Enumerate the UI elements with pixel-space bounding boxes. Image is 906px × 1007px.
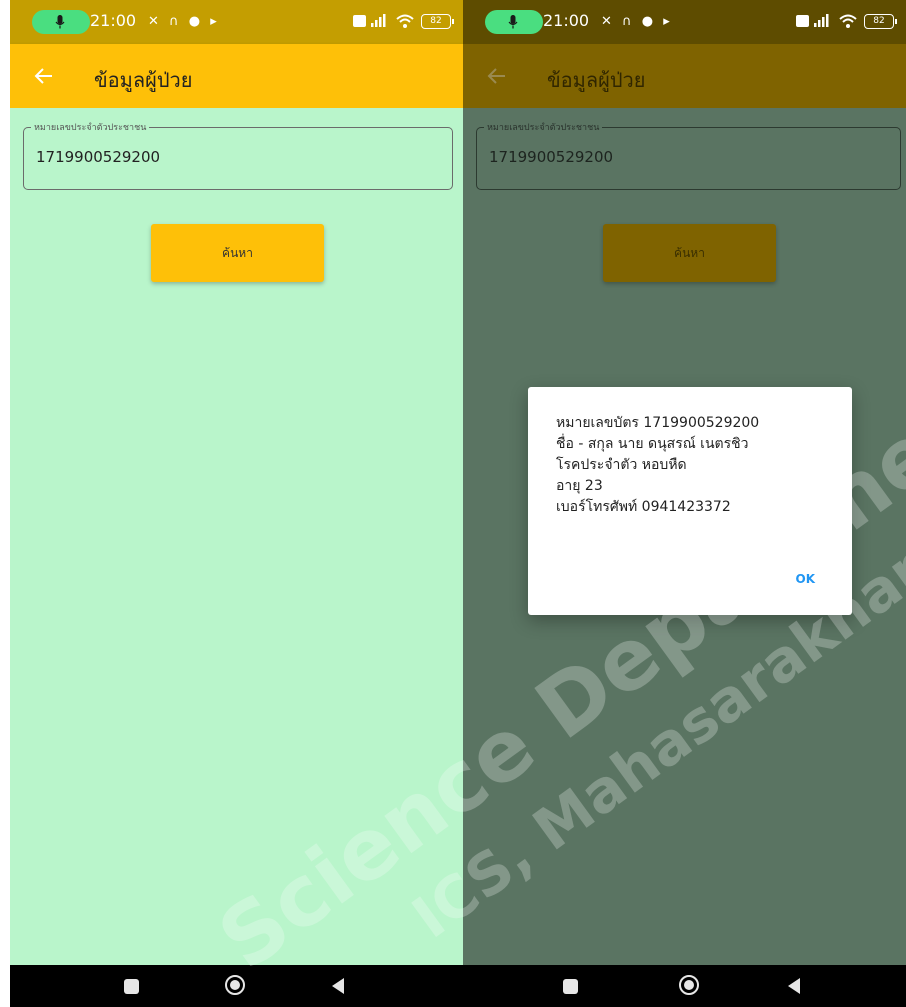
ok-button[interactable]: OK: [796, 572, 816, 586]
wifi-icon: [396, 14, 414, 28]
recent-apps-icon[interactable]: [563, 979, 578, 994]
id-number-label: หมายเลขประจำตัวประชาชน: [31, 120, 150, 134]
app-bar: ข้อมูลผู้ป่วย: [463, 44, 906, 108]
wifi-icon: [839, 14, 857, 28]
play-icon: ▸: [663, 14, 673, 29]
headphones-icon: ∩: [169, 14, 182, 29]
main-content: หมายเลขประจำตัวประชาชน 1719900529200 ค้น…: [10, 108, 463, 965]
home-icon[interactable]: [225, 975, 245, 995]
id-number-input: หมายเลขประจำตัวประชาชน 1719900529200: [476, 120, 901, 190]
dialog-body: หมายเลขบัตร 1719900529200 ชื่อ - สกุล นา…: [556, 413, 759, 518]
back-nav-icon[interactable]: [332, 978, 344, 994]
notification-icons: ✕ ∩ ● ▸: [148, 14, 220, 29]
status-bar: 21:00 ✕ ∩ ● ▸ 82: [10, 0, 463, 44]
status-bar: 21:00 ✕ ∩ ● ▸ 82: [463, 0, 906, 44]
signal-icon: [796, 14, 829, 27]
app-bar: ข้อมูลผู้ป่วย: [10, 44, 463, 108]
discord-icon: ●: [188, 14, 204, 29]
home-icon[interactable]: [679, 975, 699, 995]
back-nav-icon[interactable]: [788, 978, 800, 994]
dialog-line-name: ชื่อ - สกุล นาย ดนุสรณ์ เนตรชิว: [556, 436, 749, 452]
dialog-line-age: อายุ 23: [556, 478, 603, 494]
dialog-line-card-number: หมายเลขบัตร 1719900529200: [556, 415, 760, 431]
notification-icons: ✕ ∩ ● ▸: [601, 14, 673, 29]
mute-icon: ✕: [148, 14, 162, 29]
search-button: ค้นหา: [603, 224, 776, 282]
mic-indicator: [485, 10, 543, 34]
page-title: ข้อมูลผู้ป่วย: [94, 68, 193, 92]
mic-icon: [508, 15, 518, 29]
battery-indicator: 82: [421, 13, 454, 29]
status-time: 21:00: [90, 11, 137, 30]
play-icon: ▸: [210, 14, 220, 29]
back-arrow-icon[interactable]: [487, 66, 507, 86]
search-button[interactable]: ค้นหา: [151, 224, 324, 282]
id-number-label: หมายเลขประจำตัวประชาชน: [484, 120, 603, 134]
system-icons: 82: [353, 13, 454, 29]
discord-icon: ●: [641, 14, 657, 29]
screen-search: 21:00 ✕ ∩ ● ▸ 82 ข้อมูลผู้ป่วย หมายเลขปร…: [10, 0, 463, 1007]
screen-result: 21:00 ✕ ∩ ● ▸ 82 ข้อมูลผู้ป่วย หมายเลขปร…: [463, 0, 906, 1007]
mic-indicator: [32, 10, 90, 34]
nav-bar: [463, 965, 906, 1007]
mute-icon: ✕: [601, 14, 615, 29]
system-icons: 82: [796, 13, 897, 29]
id-number-value: 1719900529200: [489, 148, 614, 166]
back-arrow-icon[interactable]: [34, 66, 54, 86]
id-number-input[interactable]: หมายเลขประจำตัวประชาชน 1719900529200: [23, 120, 453, 190]
headphones-icon: ∩: [622, 14, 635, 29]
mic-icon: [55, 15, 65, 29]
dialog-line-disease: โรคประจำตัว หอบหืด: [556, 457, 687, 473]
id-number-value[interactable]: 1719900529200: [36, 148, 160, 166]
dialog-line-phone: เบอร์โทรศัพท์ 0941423372: [556, 499, 731, 515]
patient-info-dialog: หมายเลขบัตร 1719900529200 ชื่อ - สกุล นา…: [528, 387, 852, 615]
recent-apps-icon[interactable]: [124, 979, 139, 994]
nav-bar: [10, 965, 463, 1007]
battery-indicator: 82: [864, 13, 897, 29]
status-time: 21:00: [543, 11, 590, 30]
signal-icon: [353, 14, 386, 27]
page-title: ข้อมูลผู้ป่วย: [547, 68, 646, 92]
